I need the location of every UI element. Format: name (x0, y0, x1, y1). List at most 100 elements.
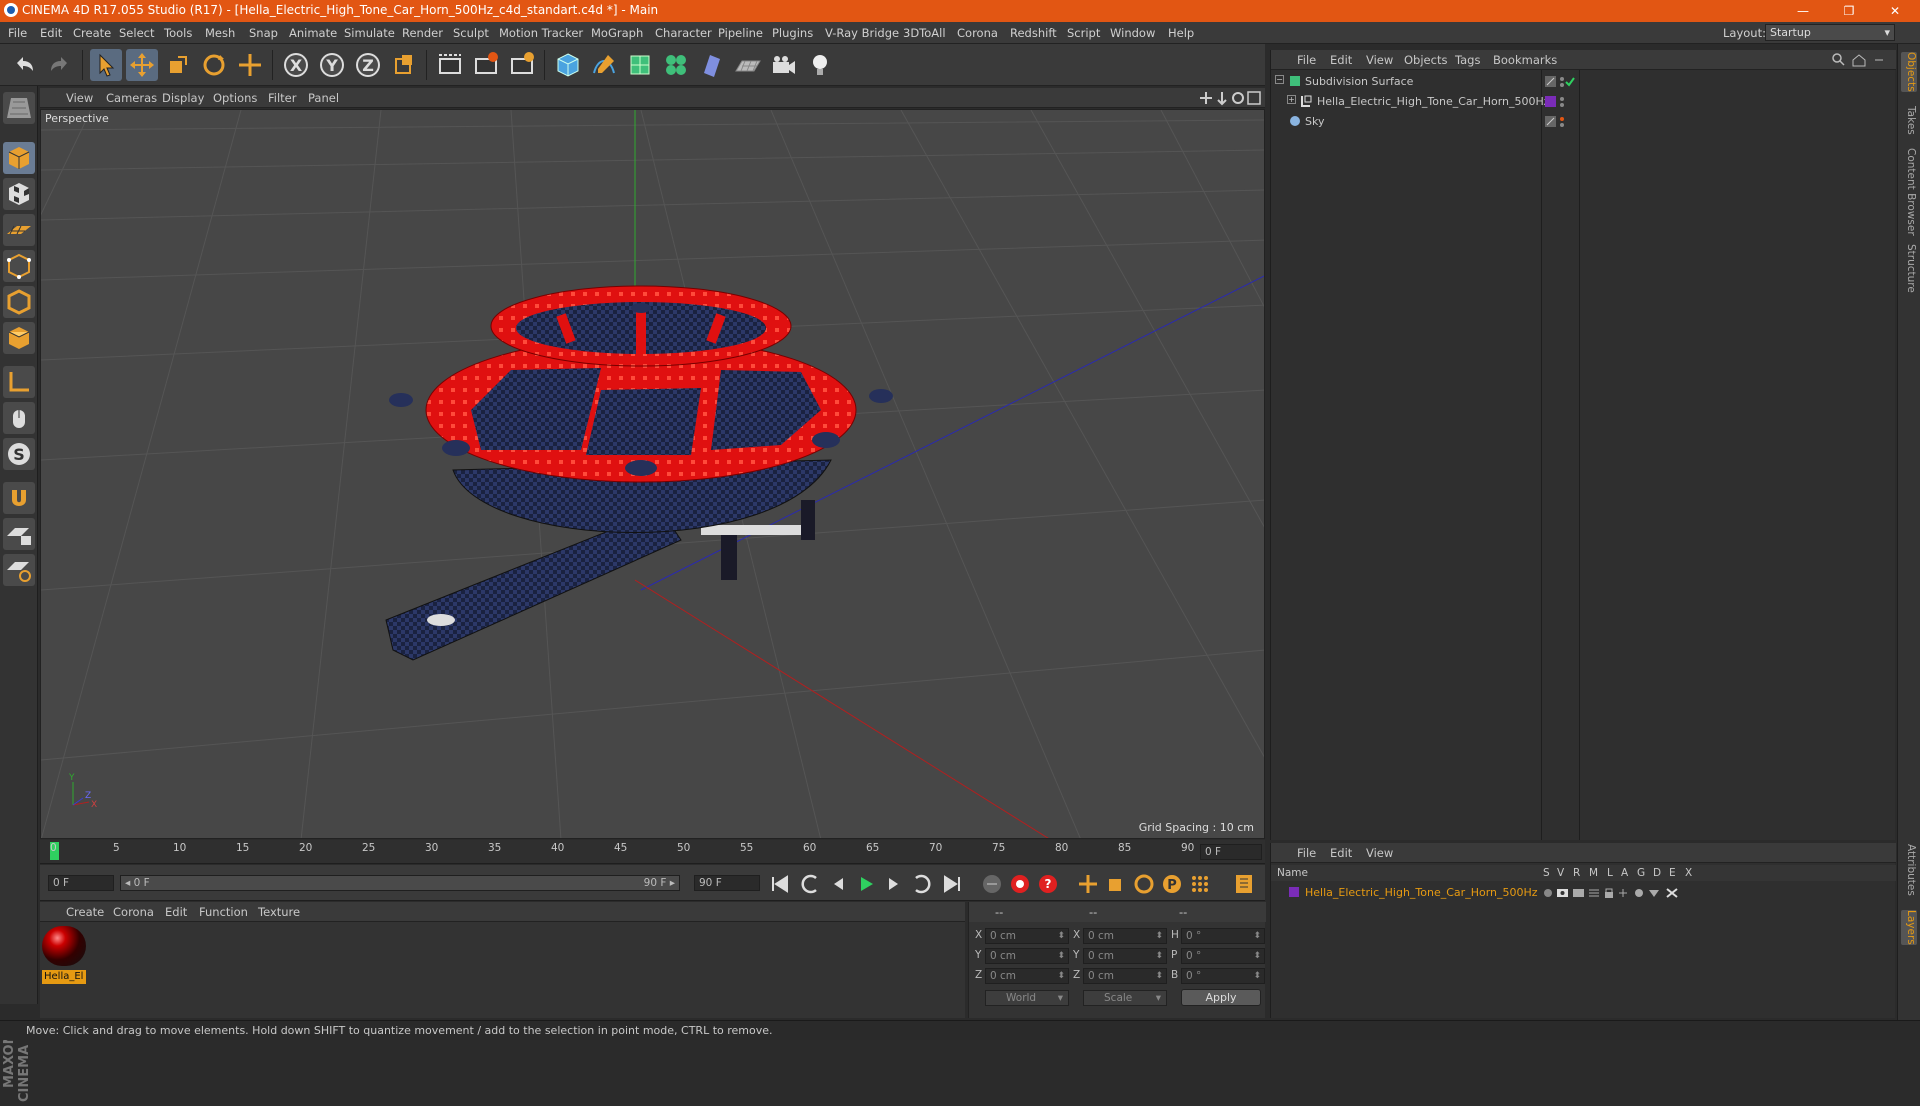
menu-snap[interactable]: Snap (249, 26, 278, 40)
start-frame-field[interactable]: 0 F (48, 875, 114, 891)
go-to-end-icon[interactable] (940, 872, 964, 896)
timeline-ruler[interactable]: 0 5 10 15 20 25 30 35 40 45 50 55 60 65 … (40, 840, 1265, 864)
objects-menu-tags[interactable]: Tags (1455, 53, 1480, 67)
rotation-b-field[interactable]: 0 ° (1181, 968, 1265, 984)
tab-objects[interactable]: Objects (1901, 52, 1917, 92)
key-position-icon[interactable] (1076, 872, 1100, 896)
viewport-menu-view[interactable]: View (66, 91, 93, 105)
material-name[interactable]: Hella_El (42, 970, 86, 984)
go-to-start-icon[interactable] (768, 872, 792, 896)
menu-edit[interactable]: Edit (40, 26, 62, 40)
minimize-button[interactable]: — (1780, 0, 1826, 22)
rotation-p-field[interactable]: 0 ° (1181, 948, 1265, 964)
size-mode-select[interactable]: Scale (1083, 990, 1167, 1006)
key-rotation-icon[interactable] (1132, 872, 1156, 896)
menu-animate[interactable]: Animate (289, 26, 337, 40)
viewport-menu-filter[interactable]: Filter (268, 91, 296, 105)
key-parameter-icon[interactable]: P (1160, 872, 1184, 896)
redo-icon[interactable] (44, 49, 76, 81)
layout-select[interactable]: Startup (1765, 24, 1895, 41)
menu-sculpt[interactable]: Sculpt (453, 26, 489, 40)
menu-plugins[interactable]: Plugins (772, 26, 813, 40)
cube-primitive-icon[interactable] (552, 49, 584, 81)
render-view-icon[interactable] (434, 49, 466, 81)
expand-toggle[interactable]: + (1287, 95, 1296, 104)
tab-structure[interactable]: Structure (1901, 244, 1917, 293)
apply-button[interactable]: Apply (1181, 989, 1261, 1006)
position-x-field[interactable]: 0 cm (985, 928, 1069, 944)
tab-layers[interactable]: Layers (1901, 910, 1917, 945)
menu-mograph[interactable]: MoGraph (591, 26, 643, 40)
menu-window[interactable]: Window (1110, 26, 1155, 40)
viewport-menu-display[interactable]: Display (162, 91, 204, 105)
position-z-field[interactable]: 0 cm (985, 968, 1069, 984)
rotation-h-field[interactable]: 0 ° (1181, 928, 1265, 944)
deformer-icon[interactable] (696, 49, 728, 81)
timeline-window-icon[interactable] (1232, 872, 1256, 896)
camera-icon[interactable] (768, 49, 800, 81)
menu-select[interactable]: Select (119, 26, 154, 40)
select-cursor-icon[interactable] (90, 49, 122, 81)
current-frame-field[interactable]: 0 F (1200, 844, 1262, 860)
motion-record-icon[interactable] (980, 872, 1004, 896)
y-axis-lock-icon[interactable]: Y (316, 49, 348, 81)
material-swatch[interactable] (42, 926, 86, 966)
planar-workplane-icon[interactable] (3, 554, 35, 586)
tweak-mode-icon[interactable] (3, 402, 35, 434)
menu-tools[interactable]: Tools (164, 26, 192, 40)
make-editable-icon[interactable] (3, 92, 35, 124)
menu-help[interactable]: Help (1168, 26, 1194, 40)
tab-takes[interactable]: Takes (1901, 106, 1917, 135)
floor-icon[interactable] (732, 49, 764, 81)
axis-mode-icon[interactable] (3, 366, 35, 398)
objects-menu-view[interactable]: View (1366, 53, 1393, 67)
material-menu-function[interactable]: Function (199, 905, 248, 919)
z-axis-lock-icon[interactable]: Z (352, 49, 384, 81)
menu-script[interactable]: Script (1067, 26, 1100, 40)
tab-content-browser[interactable]: Content Browser (1901, 148, 1917, 236)
menu-file[interactable]: File (8, 26, 27, 40)
visibility-dots-icon[interactable] (1545, 76, 1575, 88)
rotate-tool-icon[interactable] (198, 49, 230, 81)
edges-mode-icon[interactable] (3, 286, 35, 318)
visibility-dots-icon[interactable] (1545, 116, 1575, 128)
size-x-field[interactable]: 0 cm (1083, 928, 1167, 944)
previous-frame-icon[interactable] (826, 872, 850, 896)
layer-color-swatch[interactable] (1289, 887, 1299, 897)
size-z-field[interactable]: 0 cm (1083, 968, 1167, 984)
snapping-icon[interactable]: S (3, 438, 35, 470)
size-y-field[interactable]: 0 cm (1083, 948, 1167, 964)
objects-menu-objects[interactable]: Objects (1404, 53, 1447, 67)
key-pla-icon[interactable] (1188, 872, 1212, 896)
objects-menu-file[interactable]: File (1297, 53, 1316, 67)
menu-render[interactable]: Render (402, 26, 443, 40)
spline-pen-icon[interactable] (588, 49, 620, 81)
coordinate-system-icon[interactable] (388, 49, 420, 81)
object-row-sky[interactable]: Sky (1271, 112, 1896, 132)
end-frame-field[interactable]: 90 F (694, 875, 760, 891)
record-keys-icon[interactable] (1008, 872, 1032, 896)
menu-pipeline[interactable]: Pipeline (718, 26, 763, 40)
restore-button[interactable]: ❐ (1826, 0, 1872, 22)
menu-simulate[interactable]: Simulate (344, 26, 395, 40)
viewport-navigation-icons[interactable] (1200, 90, 1264, 106)
previous-keyframe-icon[interactable] (798, 872, 822, 896)
layers-menu-file[interactable]: File (1297, 846, 1316, 860)
visibility-dots-icon[interactable] (1545, 96, 1575, 108)
menu-motion-tracker[interactable]: Motion Tracker (499, 26, 583, 40)
close-button[interactable]: ✕ (1872, 0, 1918, 22)
3d-viewport[interactable]: Y Z X Perspective Grid Spacing : 10 cm (40, 109, 1265, 839)
layer-toggle-icons[interactable] (1543, 887, 1703, 899)
magnet-icon[interactable] (3, 482, 35, 514)
material-menu-create[interactable]: Create (66, 905, 104, 919)
menu-mesh[interactable]: Mesh (205, 26, 235, 40)
light-icon[interactable] (804, 49, 836, 81)
menu-create[interactable]: Create (73, 26, 111, 40)
points-mode-icon[interactable] (3, 250, 35, 282)
objects-menu-bookmarks[interactable]: Bookmarks (1493, 53, 1557, 67)
render-picture-viewer-icon[interactable] (470, 49, 502, 81)
viewport-menu-cameras[interactable]: Cameras (106, 91, 157, 105)
layers-menu-edit[interactable]: Edit (1330, 846, 1352, 860)
next-keyframe-icon[interactable] (910, 872, 934, 896)
viewport-menu-panel[interactable]: Panel (308, 91, 339, 105)
